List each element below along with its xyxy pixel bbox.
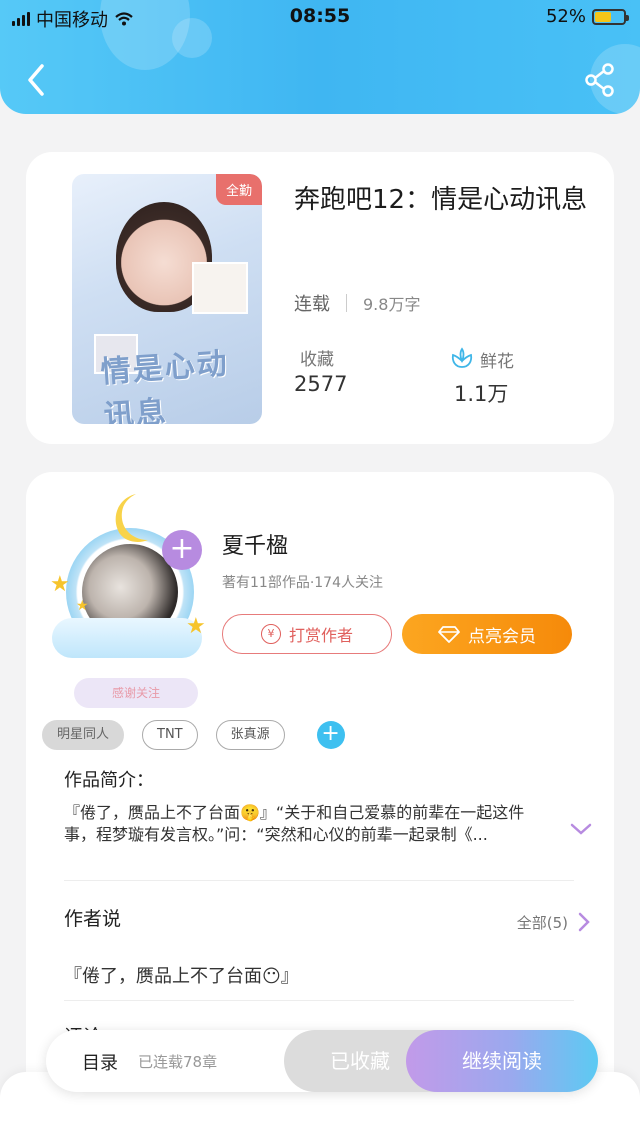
full-attendance-badge: 全勤 — [215, 174, 262, 205]
author-meta: 著有11部作品·174人关注 — [222, 575, 383, 591]
author-says-text: 『倦了，赝品上不了台面😶』 — [64, 966, 299, 987]
back-arrow-icon[interactable] — [22, 62, 52, 98]
tag-item[interactable]: TNT — [142, 720, 198, 750]
book-info-card: 情是心动讯息 全勤 奔跑吧12：情是心动讯息 连载 9.8万字 收藏 2577 … — [26, 152, 614, 444]
collect-count: 2577 — [294, 372, 348, 396]
reward-author-button[interactable]: ¥ 打赏作者 — [222, 614, 392, 654]
star-icon: ★ — [76, 598, 89, 614]
author-name[interactable]: 夏千楹 — [222, 528, 288, 560]
flower-label: 鲜花 — [480, 352, 514, 372]
tag-item[interactable]: 张真源 — [215, 720, 285, 750]
cover-inset-photo — [192, 262, 248, 314]
top-header: 中国移动 08:55 52% — [0, 0, 640, 114]
book-title: 奔跑吧12：情是心动讯息 — [294, 185, 588, 215]
star-icon: ★ — [50, 572, 70, 597]
clock: 08:55 — [289, 5, 351, 27]
star-icon: ★ — [186, 614, 206, 639]
book-status-row: 连载 9.8万字 — [294, 290, 420, 316]
serial-status: 连载 — [294, 294, 330, 315]
status-bar: 中国移动 08:55 52% — [0, 0, 640, 34]
thanks-follow-label: 感谢关注 — [74, 678, 198, 708]
chevron-right-icon[interactable] — [578, 912, 590, 932]
tag-list: 明星同人 TNT 张真源 + — [42, 720, 345, 750]
word-count: 9.8万字 — [363, 295, 421, 314]
tag-item[interactable]: 明星同人 — [42, 720, 125, 750]
cloud-decoration — [52, 618, 202, 658]
author-says-title: 作者说 — [64, 908, 122, 930]
author-says-all-link[interactable]: 全部(5) — [517, 912, 568, 933]
flower-count: 1.1万 — [454, 382, 509, 406]
collect-label: 收藏 — [300, 350, 334, 370]
author-avatar[interactable]: ★ ★ ★ + 感谢关注 — [46, 488, 206, 708]
follow-author-button[interactable]: + — [162, 530, 202, 570]
diamond-icon — [438, 626, 460, 643]
divider — [346, 294, 347, 312]
continue-reading-button[interactable]: 继续阅读 — [406, 1030, 598, 1092]
chevron-down-icon[interactable] — [570, 822, 592, 836]
divider — [64, 1000, 574, 1001]
share-icon[interactable] — [584, 62, 616, 98]
chapter-count: 已连载78章 — [138, 1053, 218, 1071]
book-cover[interactable]: 情是心动讯息 全勤 — [72, 174, 262, 424]
flower-icon — [451, 347, 473, 368]
bottom-action-bar: 目录 已连载78章 已收藏 继续阅读 — [46, 1030, 598, 1092]
battery-status: 52% — [545, 6, 629, 27]
battery-icon — [592, 8, 629, 25]
intro-title: 作品简介： — [64, 770, 154, 791]
reward-label: 打赏作者 — [288, 626, 353, 645]
add-tag-button[interactable]: + — [316, 721, 345, 749]
divider — [64, 880, 574, 881]
intro-text[interactable]: 『倦了，赝品上不了台面🤫』“关于和自己爱慕的前辈在一起这件事，程梦璇有发言权。”… — [64, 802, 544, 846]
cover-title-art: 情是心动讯息 — [99, 346, 230, 424]
vip-button[interactable]: 点亮会员 — [402, 614, 572, 654]
moon-icon — [115, 494, 148, 542]
battery-percent: 52% — [545, 6, 586, 27]
vip-label: 点亮会员 — [468, 626, 536, 647]
yen-icon: ¥ — [260, 624, 281, 644]
toc-button[interactable]: 目录 — [82, 1049, 118, 1075]
